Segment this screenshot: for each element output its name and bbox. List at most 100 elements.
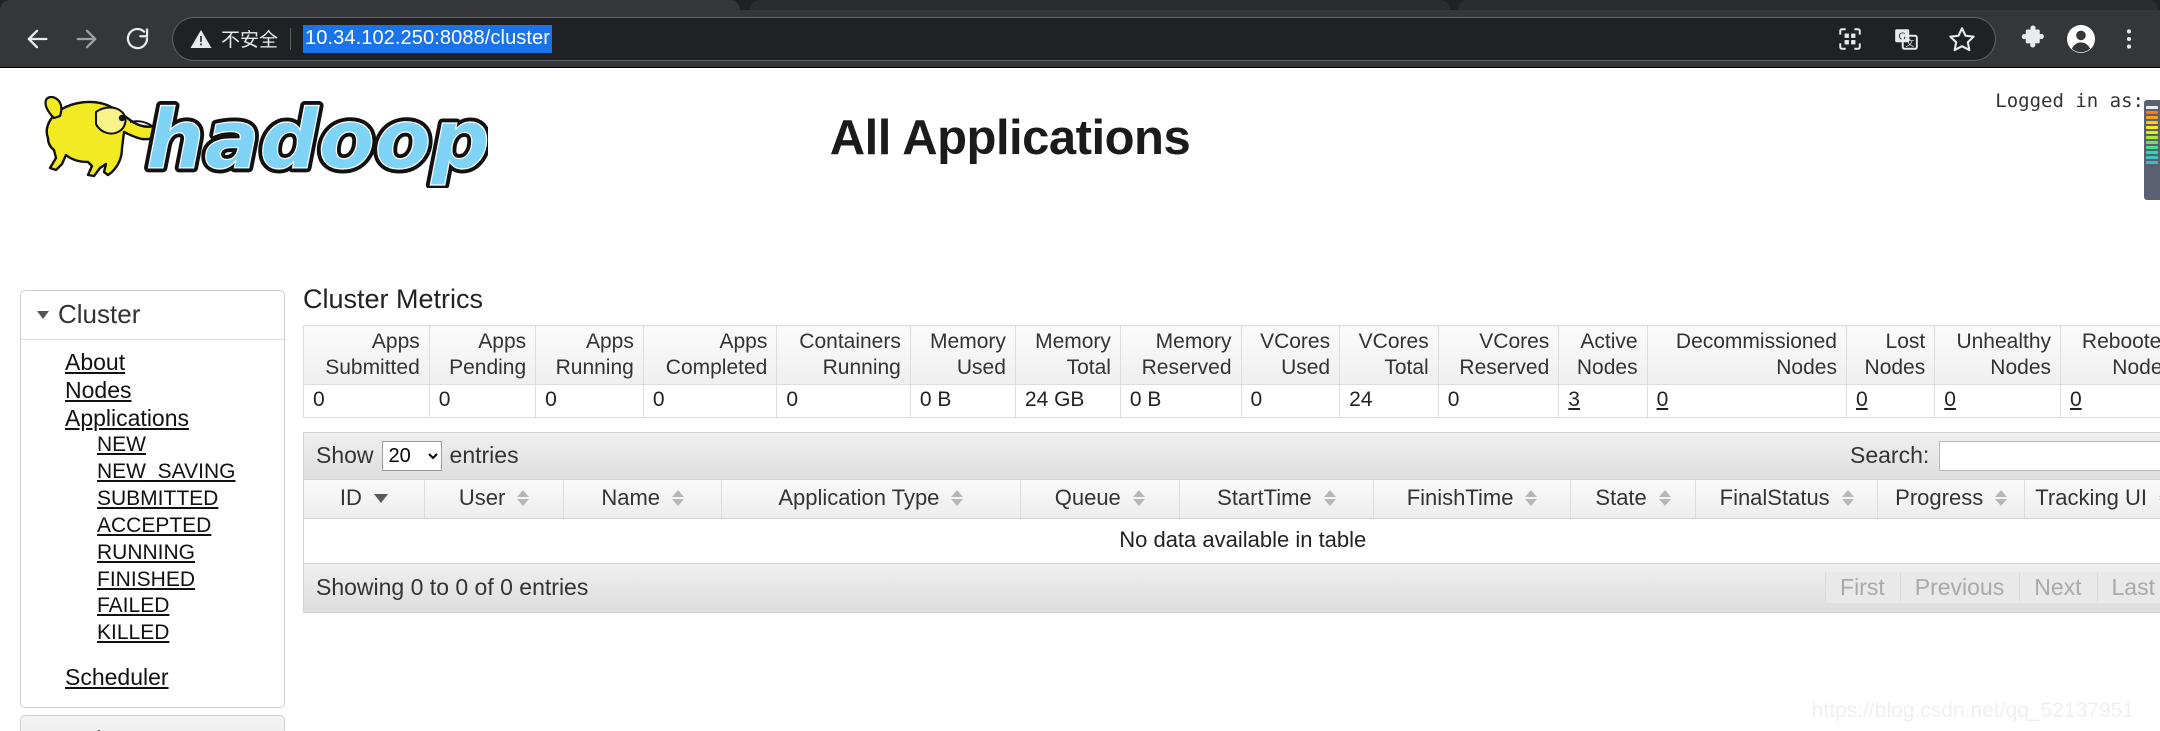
security-label: 不安全	[221, 29, 279, 51]
metrics-title: Cluster Metrics	[303, 284, 484, 314]
metrics-value[interactable]: 3	[1558, 384, 1648, 419]
sidebar-item-accepted[interactable]: ACCEPTED	[21, 513, 211, 540]
apps-col-state[interactable]: State	[1570, 480, 1697, 520]
apps-col-starttime[interactable]: StartTime	[1179, 480, 1375, 520]
sidebar-section-tools[interactable]: Tools	[20, 715, 285, 731]
qr-share-icon[interactable]	[1833, 22, 1867, 56]
apps-col-label: FinishTime	[1406, 485, 1514, 511]
cluster-panel: Cluster About Nodes Applications NEW NEW…	[20, 290, 285, 709]
apps-col-queue[interactable]: Queue	[1020, 480, 1180, 520]
metrics-col-decommissioned-nodes: Decommissioned Nodes	[1646, 324, 1847, 386]
metrics-value: 0	[776, 384, 911, 419]
metrics-header-row: Apps Submitted Apps Pending Apps Running Apps C…	[303, 324, 2160, 386]
chrome-menu-icon[interactable]	[2112, 22, 2146, 56]
sort-both-icon	[517, 490, 530, 507]
metrics-value[interactable]: 0	[2060, 384, 2160, 419]
sidebar-section-cluster[interactable]: Cluster	[21, 291, 284, 340]
forward-arrow-icon[interactable]	[64, 16, 110, 62]
search-input[interactable]	[1939, 440, 2160, 471]
reload-icon[interactable]	[114, 16, 160, 62]
meter-bar	[2146, 131, 2158, 134]
metrics-value-link[interactable]: 3	[1568, 388, 1580, 411]
metrics-value-link[interactable]: 0	[2070, 388, 2082, 411]
sidebar-item-finished[interactable]: FINISHED	[21, 567, 195, 594]
page-length-select[interactable]: 20406080100	[381, 440, 442, 471]
sidebar-item-killed[interactable]: KILLED	[21, 620, 169, 647]
metrics-value: 0	[535, 384, 644, 419]
browser-tab[interactable]	[0, 0, 740, 10]
sort-both-icon	[951, 490, 964, 507]
metrics-col-apps-completed: Apps Completed	[642, 324, 778, 386]
applications-datatable: Show 20406080100 entries Search: ID User N…	[303, 432, 2160, 614]
apps-col-tracking-ui[interactable]: Tracking UI	[2024, 480, 2160, 520]
sidebar-item-nodes[interactable]: Nodes	[21, 376, 131, 404]
url-text[interactable]: 10.34.102.250:8088/cluster	[303, 24, 553, 53]
cluster-metrics-table: Apps Submitted Apps Pending Apps Running Apps C…	[303, 324, 2160, 419]
pagination-last[interactable]: Last	[2096, 572, 2160, 604]
sidebar-item-running[interactable]: RUNNING	[21, 540, 195, 567]
back-arrow-icon[interactable]	[14, 16, 60, 62]
metrics-col-memory-total: Memory Total	[1014, 324, 1121, 386]
extensions-icon[interactable]	[2016, 22, 2050, 56]
sidebar-item-failed[interactable]: FAILED	[21, 593, 169, 620]
bookmark-star-icon[interactable]	[1945, 22, 1979, 56]
meter-bar	[2146, 146, 2158, 149]
cluster-label: Cluster	[58, 299, 141, 329]
apps-col-label: FinalStatus	[1719, 485, 1830, 511]
metrics-col-apps-running: Apps Running	[535, 324, 644, 386]
applications-header-row: ID User Name Application Type Queue StartTime…	[304, 480, 2160, 520]
metrics-col-memory-reserved: Memory Reserved	[1119, 324, 1242, 386]
metrics-value[interactable]: 0	[1646, 384, 1847, 419]
apps-col-label: StartTime	[1217, 485, 1312, 511]
metrics-col-unhealthy-nodes: Unhealthy Nodes	[1934, 324, 2061, 386]
metrics-value-link[interactable]: 0	[1944, 388, 1956, 411]
apps-col-finishtime[interactable]: FinishTime	[1373, 480, 1571, 520]
meter-bar	[2146, 121, 2158, 124]
browser-tab[interactable]	[1458, 0, 2158, 10]
system-meter-gadget[interactable]	[2144, 100, 2160, 200]
main-content: Cluster Metrics Apps Submitted Apps Pending…	[303, 284, 2160, 614]
metrics-value: 24 GB	[1014, 384, 1121, 419]
metrics-value[interactable]: 0	[1845, 384, 1936, 419]
metrics-value: 0 B	[1119, 384, 1242, 419]
sidebar-item-scheduler[interactable]: Scheduler	[21, 663, 169, 691]
pagination-previous[interactable]: Previous	[1899, 572, 2020, 604]
apps-col-application-type[interactable]: Application Type	[721, 480, 1021, 520]
sort-both-icon	[1323, 490, 1336, 507]
apps-col-user[interactable]: User	[424, 480, 565, 520]
page-title: All Applications	[829, 111, 1191, 165]
profile-avatar-icon[interactable]	[2064, 22, 2098, 56]
sidebar-item-about[interactable]: About	[21, 348, 125, 376]
metrics-value-link[interactable]: 0	[1856, 388, 1868, 411]
sidebar-item-applications[interactable]: Applications	[21, 404, 189, 432]
apps-col-finalstatus[interactable]: FinalStatus	[1695, 480, 1879, 520]
apps-col-name[interactable]: Name	[563, 480, 722, 520]
metrics-value-link[interactable]: 0	[1657, 388, 1669, 411]
meter-bar	[2146, 161, 2158, 164]
metrics-col-lost-nodes: Lost Nodes	[1845, 324, 1936, 386]
sidebar-item-new-saving[interactable]: NEW_SAVING	[21, 459, 235, 486]
security-indicator[interactable]: 不安全	[189, 25, 278, 52]
metrics-col-vcores-total: VCores Total	[1339, 324, 1439, 386]
apps-col-id[interactable]: ID	[304, 480, 425, 520]
browser-tab[interactable]	[750, 0, 1450, 10]
metrics-value: 0	[303, 384, 430, 419]
translate-icon[interactable]: G 文	[1889, 22, 1923, 56]
pagination-first[interactable]: First	[1825, 572, 1900, 604]
browser-chrome: 不安全 10.34.102.250:8088/cluster G 文	[0, 0, 2160, 67]
logged-in-label: Logged in as:	[1995, 90, 2144, 112]
pagination-next[interactable]: Next	[2019, 572, 2097, 604]
apps-col-progress[interactable]: Progress	[1877, 480, 2026, 520]
sidebar-item-new[interactable]: NEW	[21, 432, 146, 459]
metrics-col-containers-running: Containers Running	[776, 324, 911, 386]
sidebar-item-submitted[interactable]: SUBMITTED	[21, 486, 218, 513]
metrics-col-apps-submitted: Apps Submitted	[303, 324, 430, 386]
apps-col-label: Application Type	[778, 485, 940, 511]
apps-col-label: User	[458, 485, 506, 511]
metrics-col-active-nodes: Active Nodes	[1558, 324, 1648, 386]
browser-toolbar: 不安全 10.34.102.250:8088/cluster G 文	[0, 10, 2160, 67]
metrics-value[interactable]: 0	[1934, 384, 2061, 419]
tab-strip	[0, 0, 2160, 10]
address-bar[interactable]: 不安全 10.34.102.250:8088/cluster G 文	[172, 16, 1996, 61]
chevron-down-icon	[37, 310, 49, 319]
